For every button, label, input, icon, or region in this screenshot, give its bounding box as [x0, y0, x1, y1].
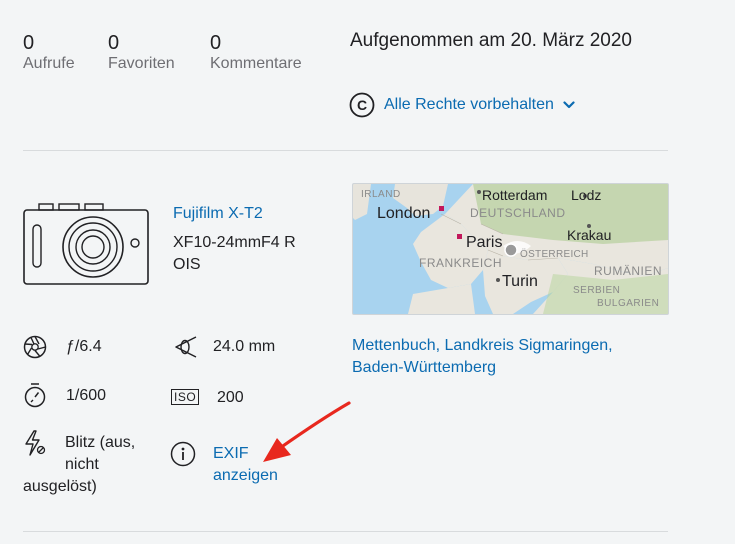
focal-length-value: 24.0 mm	[213, 338, 276, 355]
divider-top	[23, 150, 668, 151]
license-label: Alle Rechte vorbehalten	[384, 96, 554, 113]
map-label-rumaenien: RUMÄNIEN	[594, 264, 663, 278]
timer-icon	[23, 382, 47, 408]
camera-brand-link[interactable]: Fujifilm X-T2	[173, 203, 263, 225]
map-label-serbien: SERBIEN	[573, 285, 621, 296]
camera-icon	[23, 203, 149, 287]
info-icon	[170, 441, 196, 467]
flash-line-3: ausgelöst)	[23, 478, 97, 495]
views-count: 0	[23, 32, 35, 54]
favorites-count: 0	[108, 32, 120, 54]
comments-label: Kommentare	[210, 55, 302, 72]
divider-bottom	[23, 531, 668, 532]
chevron-down-icon	[563, 100, 575, 110]
flash-line-1: Blitz (aus,	[65, 434, 136, 451]
lens-line-1: XF10-24mmF4 R	[173, 234, 296, 251]
map-label-london: London	[377, 205, 431, 222]
iso-value: 200	[217, 389, 244, 406]
location-map[interactable]: IRLAND London Rotterdam Lodz DEUTSCHLAND…	[352, 183, 669, 315]
lens-name: XF10-24mmF4 R OIS	[173, 232, 296, 276]
map-label-lodz: Lodz	[571, 187, 602, 203]
license-dropdown[interactable]: C Alle Rechte vorbehalten	[349, 92, 575, 118]
location-link[interactable]: Mettenbuch, Landkreis Sigmaringen, Baden…	[352, 335, 613, 379]
iso-icon: ISO	[171, 389, 200, 405]
aperture-value: ƒ/6.4	[66, 338, 102, 355]
favorites-label: Favoriten	[108, 55, 175, 72]
lens-line-2: OIS	[173, 256, 201, 273]
show-exif-line-2: anzeigen	[213, 467, 278, 484]
map-label-oesterreich: ÖSTERREICH	[520, 249, 589, 260]
aperture-icon	[23, 335, 47, 359]
map-label-rotterdam: Rotterdam	[482, 187, 548, 203]
flash-value: Blitz (aus, nicht ausgelöst)	[23, 432, 153, 498]
copyright-icon: C	[349, 92, 375, 118]
map-label-frankreich: FRANKREICH	[419, 256, 503, 270]
map-label-bulgarien: BULGARIEN	[597, 298, 660, 309]
map-label-deutschland: DEUTSCHLAND	[470, 206, 566, 220]
comments-count: 0	[210, 32, 222, 54]
flash-line-2: nicht	[65, 456, 99, 473]
focal-length-icon	[171, 335, 197, 359]
map-label-paris: Paris	[466, 234, 503, 251]
svg-text:C: C	[357, 97, 367, 113]
taken-date: Aufgenommen am 20. März 2020	[350, 30, 632, 51]
map-label-irland: IRLAND	[361, 189, 401, 200]
map-label-turin: Turin	[502, 273, 538, 290]
location-line-2: Baden-Württemberg	[352, 359, 497, 376]
location-line-1: Mettenbuch, Landkreis Sigmaringen,	[352, 337, 613, 354]
map-label-krakau: Krakau	[567, 227, 612, 243]
shutter-value: 1/600	[66, 387, 107, 404]
views-label: Aufrufe	[23, 55, 75, 72]
annotation-arrow-icon	[255, 398, 355, 468]
